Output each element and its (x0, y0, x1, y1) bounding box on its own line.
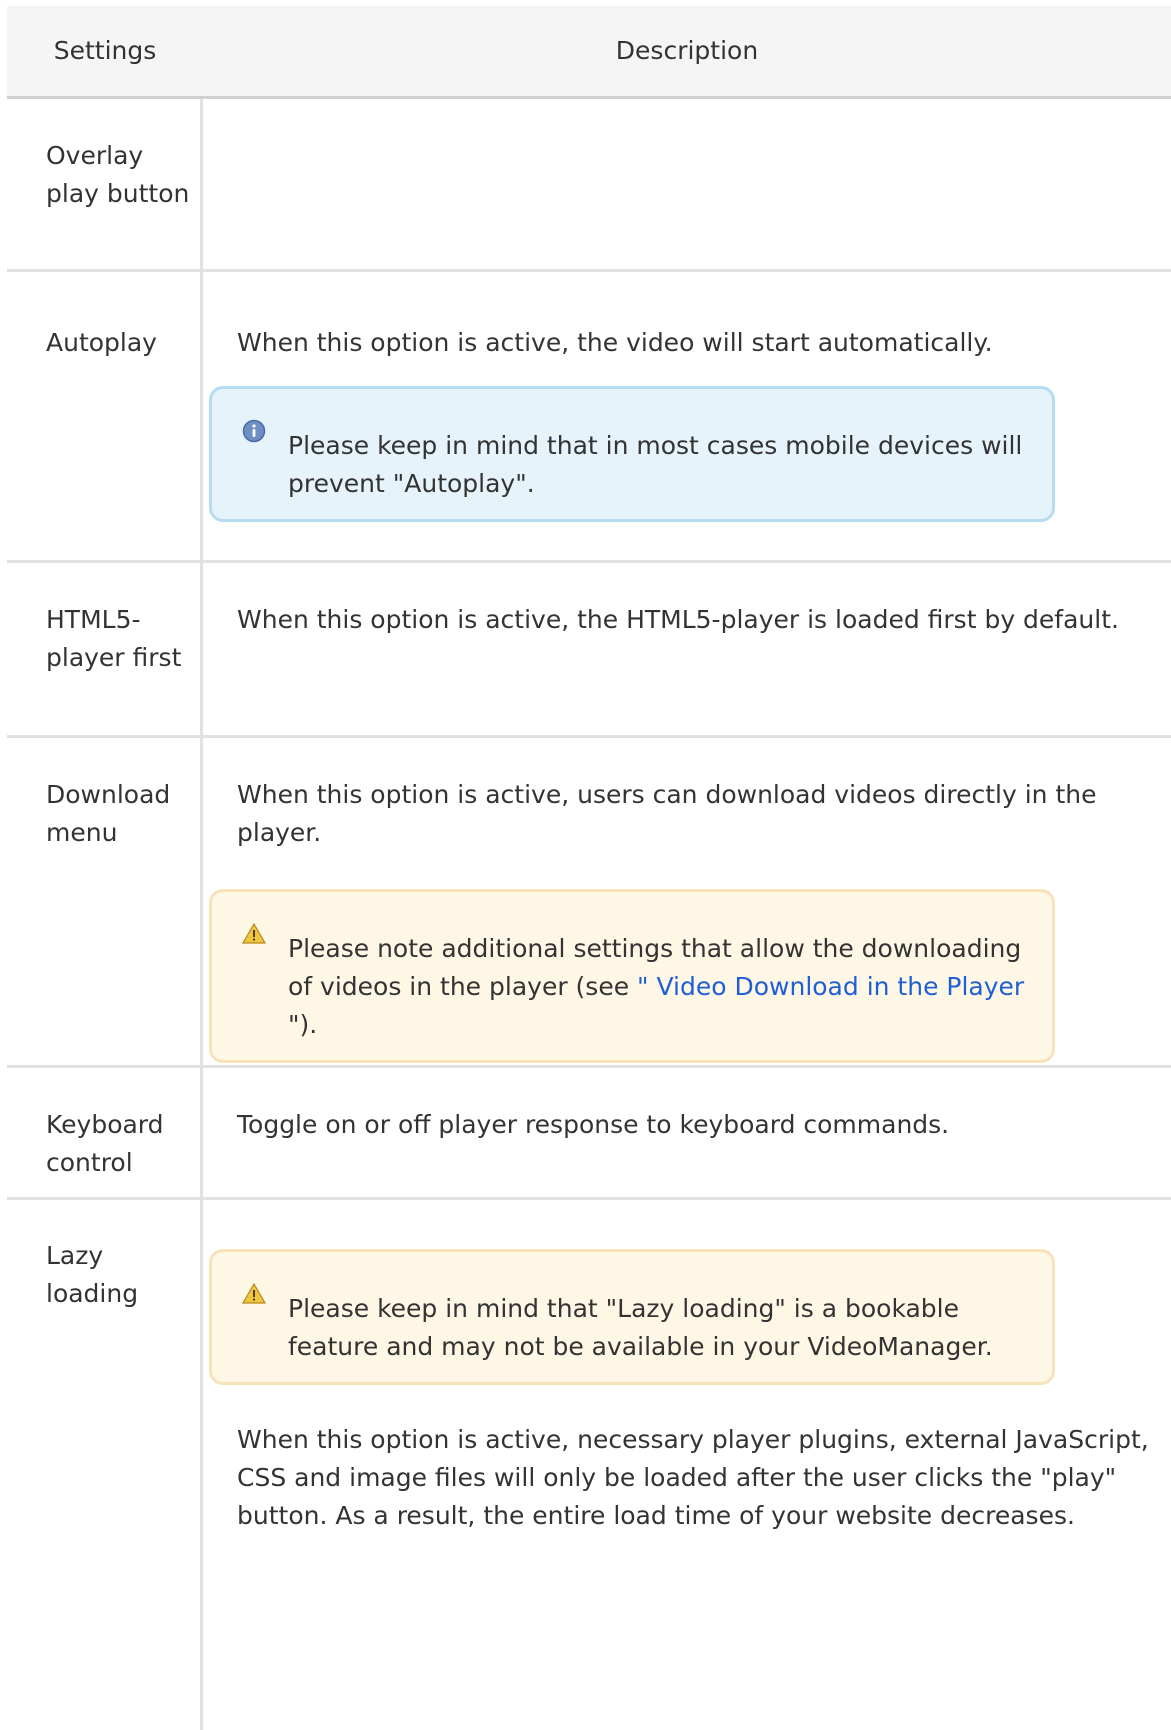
setting-name: Download menu (7, 738, 203, 1065)
setting-description: When this option is active, the HTML5-pl… (203, 563, 1171, 735)
setting-description: Please keep in mind that "Lazy loading" … (203, 1200, 1171, 1730)
warning-icon (242, 922, 266, 946)
table-row: Overlay play button (7, 99, 1171, 272)
table-row: Download menu When this option is active… (7, 738, 1171, 1068)
table-header-row: Settings Description (7, 6, 1171, 99)
description-text: Toggle on or off player response to keyb… (237, 1110, 950, 1139)
setting-description (203, 99, 1171, 269)
setting-name: Overlay play button (7, 99, 203, 269)
warning-icon (242, 1282, 266, 1306)
settings-table: Settings Description Overlay play button… (7, 6, 1171, 1730)
description-column-header: Description (615, 36, 759, 65)
table-row: Lazy loading Please keep in mind that "L… (7, 1200, 1171, 1730)
warning-note-text-after: "). (288, 1010, 318, 1039)
setting-description: When this option is active, users can do… (203, 738, 1171, 1065)
table-row: HTML5-player first When this option is a… (7, 563, 1171, 738)
table-row: Keyboard control Toggle on or off player… (7, 1068, 1171, 1200)
info-note-text: Please keep in mind that in most cases m… (288, 431, 1023, 498)
setting-name: Autoplay (7, 272, 203, 560)
settings-column-header: Settings (53, 36, 157, 65)
setting-name: HTML5-player first (7, 563, 203, 735)
setting-description: When this option is active, the video wi… (203, 272, 1171, 560)
description-text: When this option is active, necessary pl… (237, 1425, 1149, 1530)
table-row: Autoplay When this option is active, the… (7, 272, 1171, 563)
video-download-link[interactable]: " Video Download in the Player (637, 972, 1024, 1001)
setting-name: Lazy loading (7, 1200, 203, 1730)
description-text: When this option is active, the HTML5-pl… (237, 605, 1119, 634)
setting-description: Toggle on or off player response to keyb… (203, 1068, 1171, 1197)
warning-note: Please note additional settings that all… (209, 889, 1055, 1063)
description-text: When this option is active, users can do… (237, 780, 1097, 847)
info-note: Please keep in mind that in most cases m… (209, 386, 1055, 522)
description-text: When this option is active, the video wi… (237, 328, 993, 357)
warning-note: Please keep in mind that "Lazy loading" … (209, 1249, 1055, 1385)
setting-name: Keyboard control (7, 1068, 203, 1197)
warning-note-text: Please keep in mind that "Lazy loading" … (288, 1294, 993, 1361)
warning-note-text: Please note additional settings that all… (288, 930, 1032, 1044)
info-icon (242, 419, 266, 443)
